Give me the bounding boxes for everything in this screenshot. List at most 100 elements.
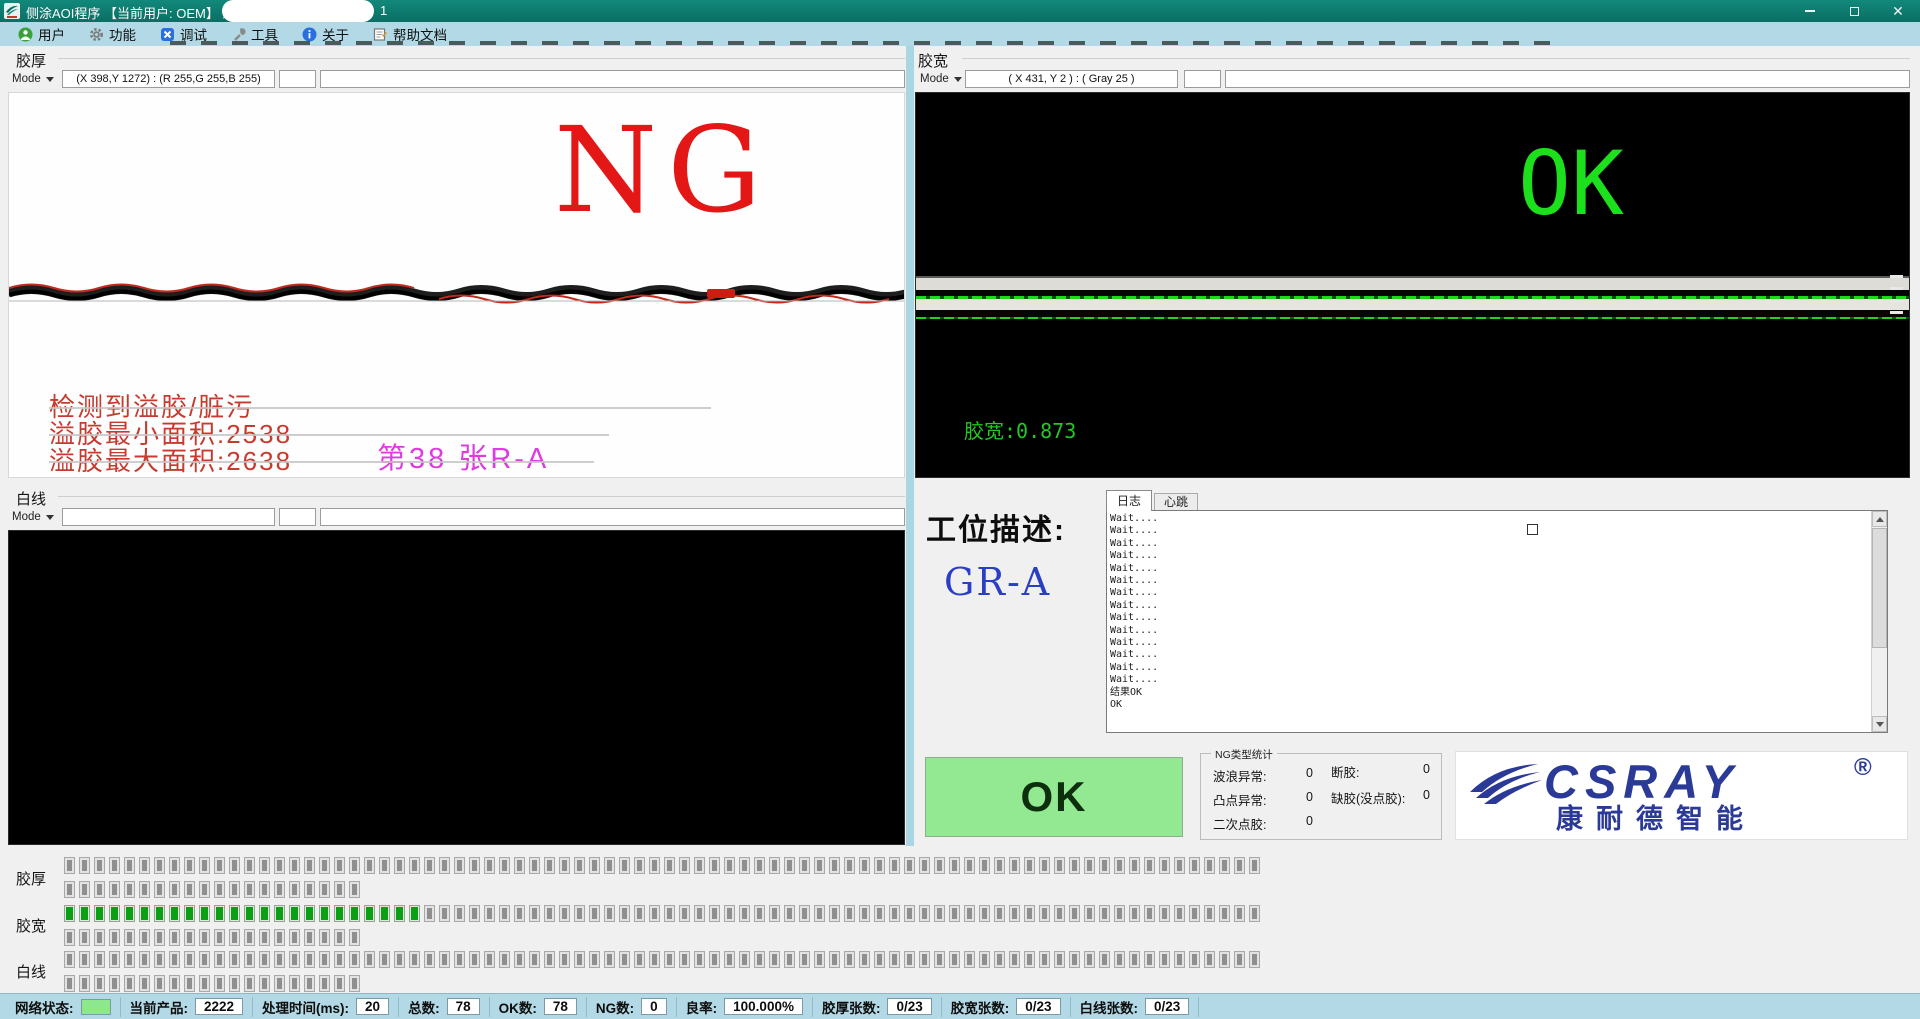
tab-heartbeat[interactable]: 心跳 bbox=[1154, 493, 1198, 511]
stat-label-wave: 波浪异常: bbox=[1213, 766, 1266, 785]
indicator-cell bbox=[64, 929, 75, 946]
indicator-cell bbox=[259, 881, 270, 898]
glue-width-image-view[interactable]: OK 胶宽:0.873 bbox=[915, 92, 1910, 478]
indicator-cell bbox=[274, 881, 285, 898]
indicator-cell bbox=[919, 905, 930, 922]
indicator-cell bbox=[229, 905, 240, 922]
minimize-button[interactable] bbox=[1788, 0, 1832, 22]
indicator-cell bbox=[829, 951, 840, 968]
log-line: OK bbox=[1110, 699, 1867, 711]
status-value: 0/23 bbox=[887, 998, 931, 1015]
user-icon bbox=[18, 27, 33, 42]
indicator-cell bbox=[1054, 905, 1065, 922]
close-button[interactable]: ✕ bbox=[1876, 0, 1920, 22]
indicator-cell bbox=[184, 857, 195, 874]
indicator-cell bbox=[259, 857, 270, 874]
indicator-cell bbox=[694, 857, 705, 874]
glue-thickness-image-view[interactable]: NG 检测到溢胶/脏污 溢胶最小面积:2538 溢胶最大面积:2638 第38 … bbox=[8, 92, 905, 478]
status-label: 处理时间(ms): bbox=[262, 997, 349, 1017]
indicator-cell bbox=[289, 857, 300, 874]
menu-label: 功能 bbox=[109, 24, 136, 44]
scroll-down-button[interactable] bbox=[1872, 716, 1887, 732]
tab-log[interactable]: 日志 bbox=[1106, 490, 1152, 511]
log-checkbox[interactable] bbox=[1527, 524, 1538, 535]
overall-result-ok-button[interactable]: OK bbox=[925, 757, 1183, 837]
indicator-cell bbox=[349, 857, 360, 874]
indicator-cell bbox=[1069, 905, 1080, 922]
white-line-mode-dropdown[interactable]: Mode bbox=[8, 508, 58, 526]
indicator-cell bbox=[439, 905, 450, 922]
log-list[interactable]: Wait....Wait....Wait....Wait....Wait....… bbox=[1106, 510, 1888, 733]
indicator-cell bbox=[1189, 857, 1200, 874]
indicator-cell bbox=[814, 857, 825, 874]
log-line: Wait.... bbox=[1110, 649, 1867, 661]
indicator-cell bbox=[1144, 857, 1155, 874]
glue-thickness-pixel-readout: (X 398,Y 1272) : (R 255,G 255,B 255) bbox=[62, 70, 275, 88]
menu-item-functions[interactable]: 功能 bbox=[79, 22, 146, 46]
indicator-cell bbox=[334, 881, 345, 898]
log-line: Wait.... bbox=[1110, 563, 1867, 575]
indicator-cell bbox=[694, 951, 705, 968]
log-scrollbar[interactable] bbox=[1871, 511, 1887, 732]
indicator-cell bbox=[949, 951, 960, 968]
indicator-cell bbox=[349, 929, 360, 946]
maximize-button[interactable] bbox=[1832, 0, 1876, 22]
indicator-cell bbox=[859, 951, 870, 968]
indicator-cell bbox=[259, 929, 270, 946]
network-status-label: 网络状态: bbox=[15, 997, 74, 1017]
scrollbar-thumb[interactable] bbox=[1872, 528, 1887, 648]
mode-label: Mode bbox=[12, 511, 41, 523]
indicator-cell bbox=[514, 857, 525, 874]
white-line-info-box bbox=[320, 508, 905, 526]
indicator-cell bbox=[769, 905, 780, 922]
indicator-cell bbox=[574, 905, 585, 922]
indicator-cell bbox=[1024, 857, 1035, 874]
menu-label: 用户 bbox=[38, 24, 65, 44]
indicator-cell bbox=[124, 881, 135, 898]
indicator-cell bbox=[124, 905, 135, 922]
indicator-cell bbox=[109, 975, 120, 992]
indicator-cell bbox=[154, 929, 165, 946]
chevron-down-icon bbox=[46, 77, 54, 82]
indicator-cell bbox=[244, 905, 255, 922]
stat-value-wave: 0 bbox=[1306, 766, 1313, 780]
menu-item-user[interactable]: 用户 bbox=[8, 22, 75, 46]
log-line: Wait.... bbox=[1110, 513, 1867, 525]
indicator-cell bbox=[949, 857, 960, 874]
indicator-cell bbox=[994, 857, 1005, 874]
indicator-cell bbox=[229, 857, 240, 874]
panel-rule bbox=[58, 496, 905, 497]
indicator-cell bbox=[589, 951, 600, 968]
glue-thickness-info-box bbox=[320, 70, 905, 88]
indicator-cell bbox=[1054, 857, 1065, 874]
indicator-cell bbox=[424, 905, 435, 922]
indicator-cell bbox=[1174, 905, 1185, 922]
indicator-cell bbox=[709, 857, 720, 874]
ng-stats-groupbox: NG类型统计 波浪异常: 0 凸点异常: 0 二次点胶: 0 断胶: 0 缺胶(… bbox=[1200, 753, 1442, 840]
indicator-cell bbox=[934, 905, 945, 922]
indicator-cell bbox=[1129, 857, 1140, 874]
edge-tick bbox=[1890, 311, 1903, 314]
glue-thickness-mode-dropdown[interactable]: Mode bbox=[8, 70, 58, 88]
indicator-cell bbox=[349, 905, 360, 922]
status-field: OK数:78 bbox=[490, 997, 587, 1017]
indicator-cell bbox=[814, 951, 825, 968]
indicator-cell bbox=[724, 951, 735, 968]
indicator-row bbox=[64, 951, 1260, 968]
indicator-cell bbox=[274, 975, 285, 992]
indicator-row bbox=[64, 857, 1260, 874]
indicator-cell bbox=[889, 857, 900, 874]
log-line: Wait.... bbox=[1110, 674, 1867, 686]
indicator-cell bbox=[379, 857, 390, 874]
indicator-cell bbox=[124, 975, 135, 992]
indicator-cell bbox=[454, 951, 465, 968]
indicator-cell bbox=[1129, 951, 1140, 968]
indicator-cell bbox=[274, 951, 285, 968]
white-line-image-view[interactable] bbox=[8, 530, 905, 845]
indicator-cell bbox=[619, 857, 630, 874]
indicator-cell bbox=[169, 929, 180, 946]
glue-width-mode-dropdown[interactable]: Mode bbox=[916, 70, 966, 88]
indicator-cell bbox=[829, 905, 840, 922]
scroll-up-button[interactable] bbox=[1872, 511, 1887, 527]
indicator-cell bbox=[889, 905, 900, 922]
